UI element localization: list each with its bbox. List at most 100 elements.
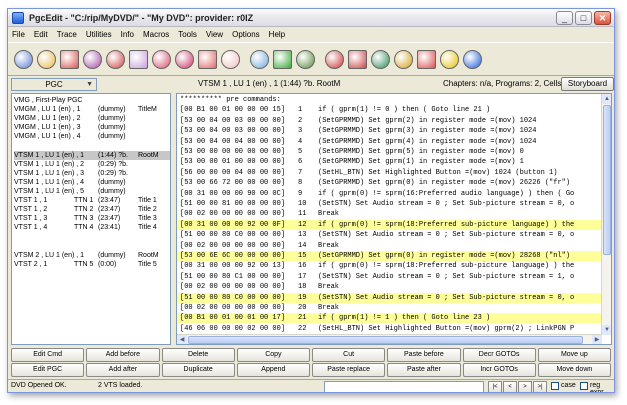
edit-icon[interactable] bbox=[198, 49, 217, 69]
pgc-list-item[interactable] bbox=[14, 233, 170, 242]
pgc-list-item[interactable]: VTSM 1 , LU 1 (en) , 5 (dummy) bbox=[14, 187, 170, 196]
pgc-list-item[interactable]: VTSM 1 , LU 1 (en) , 1 (1:44) ?b. RootM bbox=[14, 150, 170, 160]
command-line[interactable]: [56 00 00 00 04 00 00 00] 7 (SetHL_BTN) Se… bbox=[177, 168, 602, 178]
pgc-list-item[interactable]: VTSM 1 , LU 1 (en) , 4 (dummy) bbox=[14, 178, 170, 187]
delete-button[interactable]: Delete bbox=[161, 348, 235, 362]
scroll-down-icon[interactable]: ▼ bbox=[602, 325, 611, 335]
command-list[interactable]: ********** pre commands: [00 B1 00 01 00 … bbox=[177, 94, 602, 335]
pgc-list-item[interactable]: VMGM , LU 1 (en) , 4 (dummy) bbox=[14, 132, 170, 141]
pgc-editor-icon[interactable] bbox=[152, 49, 171, 69]
paste-after-button[interactable]: Paste after bbox=[387, 363, 461, 377]
reload-icon[interactable] bbox=[60, 49, 79, 69]
command-line[interactable]: [53 00 00 01 00 00 00 00] 6 (SetGPRMMD) Se… bbox=[177, 157, 602, 167]
horizontal-scroll-thumb[interactable] bbox=[188, 336, 583, 344]
regexp-checkbox[interactable] bbox=[580, 382, 588, 390]
wrench-icon[interactable] bbox=[394, 49, 413, 69]
scroll-left-icon[interactable]: ◀ bbox=[177, 335, 187, 344]
command-line[interactable]: [00 B1 00 01 00 01 00 17] 21 if ( gprm(1) … bbox=[177, 313, 602, 324]
vertical-scroll-thumb[interactable] bbox=[603, 105, 611, 255]
settings-icon[interactable] bbox=[417, 49, 436, 69]
horizontal-scrollbar[interactable]: ◀ ▶ bbox=[177, 334, 602, 344]
copy-icon[interactable] bbox=[175, 49, 194, 69]
command-line[interactable]: [00 31 00 00 00 92 00 0F] 12 if ( gprm(0) … bbox=[177, 219, 602, 230]
open-folder-icon[interactable] bbox=[37, 49, 56, 69]
pgc-list-item[interactable]: VTST 1 , 3 TTN 3 (23:47) Title 3 bbox=[14, 214, 170, 223]
title-bar[interactable]: PgcEdit - "C:/rip/MyDVD/" - "My DVD": pr… bbox=[8, 9, 614, 27]
command-line[interactable]: [00 02 00 00 00 00 00 00] 11 Break bbox=[177, 209, 602, 219]
search-input[interactable] bbox=[324, 381, 484, 392]
edit-cmd-button[interactable]: Edit Cmd bbox=[11, 348, 85, 362]
pgc-list-item[interactable]: VTST 1 , 2 TTN 2 (23:47) Title 2 bbox=[14, 205, 170, 214]
command-line[interactable]: [00 B1 00 01 00 00 00 15] 1 if ( gprm(1) !… bbox=[177, 105, 602, 115]
pgc-combo[interactable]: PGC ▼ bbox=[11, 78, 97, 91]
command-line[interactable]: [51 00 00 80 C0 00 00 00] 19 (SetSTN) Set … bbox=[177, 292, 602, 303]
command-line[interactable]: [53 00 04 00 03 00 00 00] 3 (SetGPRMMD) Se… bbox=[177, 126, 602, 136]
close-button[interactable]: ✕ bbox=[594, 11, 611, 25]
cut-button[interactable]: Cut bbox=[312, 348, 386, 362]
command-line[interactable]: [00 31 00 00 00 90 00 0C] 9 if ( gprm(0) !… bbox=[177, 189, 602, 199]
pgc-list-item[interactable]: VTSM 1 , LU 1 (en) , 2 (0:29) ?b. bbox=[14, 160, 170, 169]
find-first-button[interactable]: |< bbox=[488, 381, 502, 392]
add-before-button[interactable]: Add before bbox=[86, 348, 160, 362]
navigate-icon[interactable] bbox=[463, 49, 482, 69]
pgc-list-item[interactable]: VMGM , LU 1 (en) , 2 (dummy) bbox=[14, 114, 170, 123]
menu-trace[interactable]: Trace bbox=[57, 30, 77, 39]
command-line[interactable]: [53 00 6E 6C 00 00 00 00] 15 (SetGPRMMD) S… bbox=[177, 251, 602, 261]
command-line[interactable]: ********** pre commands: bbox=[177, 95, 602, 105]
menu-edit[interactable]: Edit bbox=[34, 30, 48, 39]
move-up-button[interactable]: Move up bbox=[537, 348, 611, 362]
menu-utilities[interactable]: Utilities bbox=[86, 30, 112, 39]
find-prev-button[interactable]: < bbox=[503, 381, 517, 392]
tcl-icon[interactable] bbox=[440, 49, 459, 69]
pgc-list-item[interactable]: VMGM , LU 1 (en) , 3 (dummy) bbox=[14, 123, 170, 132]
storyboard-button[interactable]: Storyboard bbox=[561, 77, 614, 91]
tools-icon[interactable] bbox=[325, 49, 344, 69]
save-icon[interactable] bbox=[83, 49, 102, 69]
menu-file[interactable]: File bbox=[12, 30, 25, 39]
delete-icon[interactable] bbox=[348, 49, 367, 69]
dvd-icon[interactable] bbox=[14, 49, 33, 69]
pgc-list-item[interactable] bbox=[14, 142, 170, 151]
menu-macros[interactable]: Macros bbox=[143, 30, 169, 39]
command-line[interactable]: [00 31 00 00 00 92 00 13] 16 if ( gprm(0) … bbox=[177, 261, 602, 271]
scroll-right-icon[interactable]: ▶ bbox=[592, 335, 602, 344]
menu-info[interactable]: Info bbox=[121, 30, 134, 39]
preview-icon[interactable] bbox=[250, 49, 269, 69]
find-next-button[interactable]: > bbox=[518, 381, 532, 392]
trace-icon[interactable] bbox=[129, 49, 148, 69]
copy-button[interactable]: Copy bbox=[236, 348, 310, 362]
command-line[interactable]: [46 06 00 00 00 02 00 00] 22 (SetHL_BTN) S… bbox=[177, 324, 602, 334]
play-icon[interactable] bbox=[273, 49, 292, 69]
pgc-list-item[interactable] bbox=[14, 242, 170, 251]
decr-gotos-button[interactable]: Decr GOTOs bbox=[462, 348, 536, 362]
pgc-list-item[interactable]: VTST 1 , 1 TTN 1 (23:47) Title 1 bbox=[14, 196, 170, 205]
command-line[interactable]: [00 02 00 00 00 00 00 00] 18 Break bbox=[177, 282, 602, 292]
pgc-list-item[interactable]: VTST 2 , 1 TTN 5 (0:00) Title 5 bbox=[14, 260, 170, 269]
paste-before-button[interactable]: Paste before bbox=[387, 348, 461, 362]
command-line[interactable]: [51 00 00 80 C0 00 00 00] 13 (SetSTN) Set … bbox=[177, 230, 602, 240]
command-line[interactable]: [00 02 00 00 00 00 00 00] 20 Break bbox=[177, 303, 602, 313]
paste-replace-button[interactable]: Paste replace bbox=[312, 363, 386, 377]
pgc-list-item[interactable]: VTSM 2 , LU 1 (en) , 1 (dummy) RootM bbox=[14, 251, 170, 260]
find-last-button[interactable]: >| bbox=[533, 381, 547, 392]
command-line[interactable]: [53 00 04 00 03 00 00 00] 2 (SetGPRMMD) Se… bbox=[177, 116, 602, 126]
command-line[interactable]: [53 00 66 72 00 00 00 00] 8 (SetGPRMMD) Se… bbox=[177, 178, 602, 188]
scroll-up-icon[interactable]: ▲ bbox=[602, 94, 611, 104]
minimize-button[interactable]: _ bbox=[556, 11, 573, 25]
add-after-button[interactable]: Add after bbox=[86, 363, 160, 377]
menu-view[interactable]: View bbox=[206, 30, 223, 39]
command-line[interactable]: [53 00 04 00 04 00 00 00] 4 (SetGPRMMD) Se… bbox=[177, 137, 602, 147]
case-checkbox[interactable] bbox=[551, 382, 559, 390]
command-line[interactable]: [51 00 00 81 00 00 00 00] 10 (SetSTN) Set … bbox=[177, 199, 602, 209]
pgc-list-item[interactable]: VMG , First-Play PGC bbox=[14, 96, 170, 105]
move-down-button[interactable]: Move down bbox=[537, 363, 611, 377]
find-icon[interactable] bbox=[106, 49, 125, 69]
pgc-list-item[interactable]: VTSM 1 , LU 1 (en) , 3 (0:29) ?b. bbox=[14, 169, 170, 178]
menu-tools[interactable]: Tools bbox=[178, 30, 197, 39]
vertical-scrollbar[interactable]: ▲ ▼ bbox=[601, 94, 611, 335]
append-button[interactable]: Append bbox=[236, 363, 310, 377]
pgc-list[interactable]: VMG , First-Play PGC VMGM , LU 1 (en) , 1… bbox=[11, 93, 171, 345]
menu-icon[interactable] bbox=[371, 49, 390, 69]
duplicate-button[interactable]: Duplicate bbox=[161, 363, 235, 377]
menu-options[interactable]: Options bbox=[232, 30, 260, 39]
